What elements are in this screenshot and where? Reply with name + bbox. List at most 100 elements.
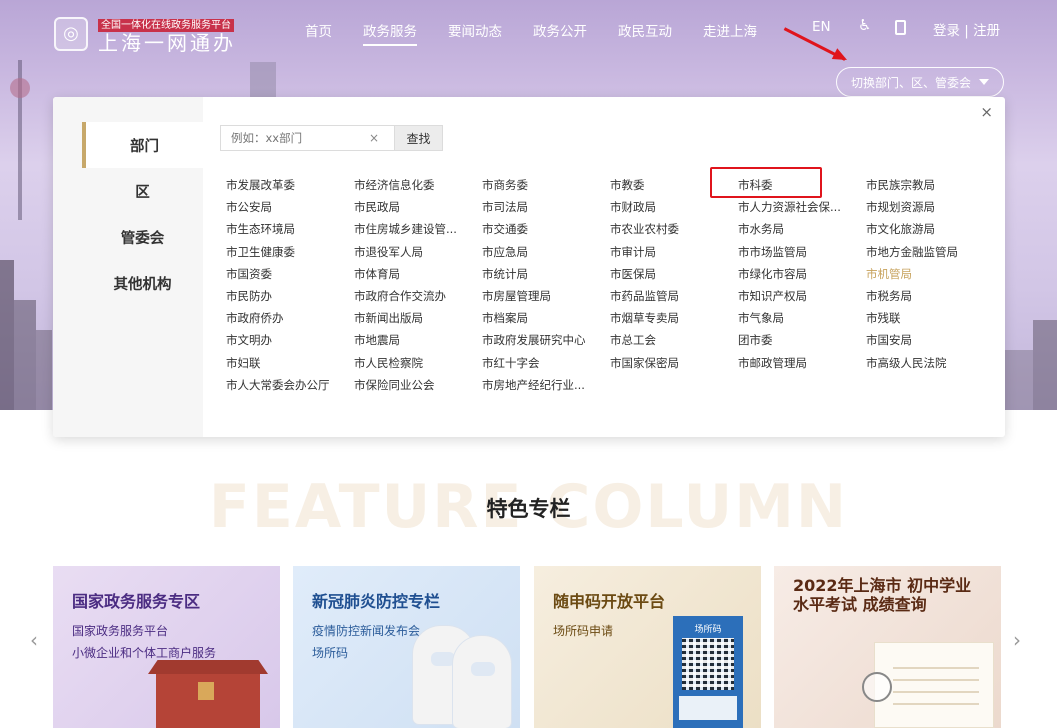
department-link[interactable]: 市妇联 bbox=[226, 352, 354, 374]
card-link[interactable]: 场所码 bbox=[312, 644, 348, 661]
language-switch[interactable]: EN bbox=[812, 19, 831, 35]
department-link[interactable]: 市经济信息化委 bbox=[354, 174, 482, 196]
switch-label: 切换部门、区、管委会 bbox=[850, 75, 971, 90]
tab-other-institutions[interactable]: 其他机构 bbox=[82, 260, 203, 306]
site-logo[interactable]: ◎ 全国一体化在线政务服务平台 上海一网通办 bbox=[54, 13, 236, 54]
accessibility-icon[interactable]: ♿ bbox=[858, 16, 871, 34]
department-search-input[interactable] bbox=[221, 131, 369, 145]
clear-icon[interactable]: × bbox=[369, 131, 379, 145]
magnifier-icon bbox=[862, 672, 892, 702]
search-button[interactable]: 查找 bbox=[395, 125, 443, 151]
department-link[interactable]: 市地震局 bbox=[354, 329, 482, 351]
login-register-link[interactable]: 登录 | 注册 bbox=[933, 19, 1000, 39]
certificate-illustration bbox=[874, 642, 994, 728]
department-link[interactable]: 市地方金融监管局 bbox=[866, 241, 994, 263]
department-link[interactable]: 市农业农村委 bbox=[610, 218, 738, 240]
department-link[interactable]: 市房地产经纪行业... bbox=[482, 374, 610, 396]
main-nav: 首页 政务服务 要闻动态 政务公开 政民互动 走进上海 bbox=[305, 20, 788, 46]
logo-text: 全国一体化在线政务服务平台 上海一网通办 bbox=[98, 13, 236, 54]
medical-worker-illustration bbox=[453, 636, 511, 728]
feature-card-national-services[interactable]: 国家政务服务专区 国家政务服务平台 小微企业和个体工商户服务 bbox=[53, 566, 280, 728]
department-link[interactable]: 市财政局 bbox=[610, 196, 738, 218]
department-link[interactable]: 市绿化市容局 bbox=[738, 263, 866, 285]
switch-department-button[interactable]: 切换部门、区、管委会 bbox=[836, 67, 1004, 97]
department-link[interactable]: 市公安局 bbox=[226, 196, 354, 218]
emblem-icon: ◎ bbox=[54, 16, 88, 51]
feature-card-exam-results[interactable]: 2022年上海市 初中学业水平考试 成绩查询 bbox=[774, 566, 1001, 728]
department-link[interactable]: 市气象局 bbox=[738, 307, 866, 329]
department-link[interactable]: 市国家保密局 bbox=[610, 352, 738, 374]
carousel-prev-icon[interactable]: ‹ bbox=[30, 628, 38, 652]
nav-interaction[interactable]: 政民互动 bbox=[618, 20, 672, 40]
card-link[interactable]: 国家政务服务平台 bbox=[72, 622, 168, 639]
department-link[interactable]: 市国资委 bbox=[226, 263, 354, 285]
department-link[interactable]: 市邮政管理局 bbox=[738, 352, 866, 374]
nav-government-services[interactable]: 政务服务 bbox=[363, 20, 417, 46]
department-link[interactable]: 市市场监管局 bbox=[738, 241, 866, 263]
department-link[interactable]: 市人民检察院 bbox=[354, 352, 482, 374]
department-link[interactable]: 市人力资源社会保... bbox=[738, 196, 866, 218]
nav-home[interactable]: 首页 bbox=[305, 20, 332, 40]
department-link[interactable]: 市民族宗教局 bbox=[866, 174, 994, 196]
card-title: 随申码开放平台 bbox=[553, 592, 666, 611]
department-link[interactable]: 市发展改革委 bbox=[226, 174, 354, 196]
department-link[interactable]: 市司法局 bbox=[482, 196, 610, 218]
skyline-right bbox=[1033, 320, 1057, 410]
nav-news[interactable]: 要闻动态 bbox=[448, 20, 502, 40]
close-icon[interactable]: × bbox=[980, 103, 993, 121]
department-link[interactable]: 市政府发展研究中心 bbox=[482, 329, 610, 351]
department-link[interactable]: 市生态环境局 bbox=[226, 218, 354, 240]
feature-card-suishen-code[interactable]: 随申码开放平台 场所码申请 场所码 bbox=[534, 566, 761, 728]
skyline-left bbox=[36, 330, 52, 410]
card-title: 新冠肺炎防控专栏 bbox=[312, 592, 441, 611]
building-silhouette bbox=[250, 62, 276, 98]
department-link[interactable]: 市税务局 bbox=[866, 285, 994, 307]
feature-card-covid[interactable]: 新冠肺炎防控专栏 疫情防控新闻发布会 场所码 bbox=[293, 566, 520, 728]
department-link[interactable]: 市总工会 bbox=[610, 329, 738, 351]
department-link[interactable]: 市统计局 bbox=[482, 263, 610, 285]
department-link[interactable]: 市退役军人局 bbox=[354, 241, 482, 263]
department-link[interactable]: 市文明办 bbox=[226, 329, 354, 351]
department-link[interactable]: 市民政局 bbox=[354, 196, 482, 218]
department-link[interactable]: 市红十字会 bbox=[482, 352, 610, 374]
department-link[interactable]: 市水务局 bbox=[738, 218, 866, 240]
department-link[interactable]: 市残联 bbox=[866, 307, 994, 329]
poster-title: 场所码 bbox=[694, 625, 722, 635]
nav-open-government[interactable]: 政务公开 bbox=[533, 20, 587, 40]
department-link[interactable]: 市商务委 bbox=[482, 174, 610, 196]
department-link[interactable]: 市烟草专卖局 bbox=[610, 307, 738, 329]
tab-departments[interactable]: 部门 bbox=[82, 122, 203, 168]
department-link[interactable]: 市应急局 bbox=[482, 241, 610, 263]
department-link[interactable]: 市医保局 bbox=[610, 263, 738, 285]
department-link[interactable]: 市知识产权局 bbox=[738, 285, 866, 307]
department-link[interactable]: 市新闻出版局 bbox=[354, 307, 482, 329]
department-link[interactable]: 市卫生健康委 bbox=[226, 241, 354, 263]
department-link[interactable]: 市药品监管局 bbox=[610, 285, 738, 307]
carousel-next-icon[interactable]: › bbox=[1013, 628, 1021, 652]
department-link[interactable]: 市机管局 bbox=[866, 263, 994, 285]
mobile-icon[interactable] bbox=[895, 20, 906, 35]
department-link[interactable]: 市保险同业公会 bbox=[354, 374, 482, 396]
department-link[interactable]: 市文化旅游局 bbox=[866, 218, 994, 240]
caret-down-icon bbox=[979, 79, 989, 85]
tv-tower-sphere bbox=[10, 78, 30, 98]
department-link[interactable]: 市体育局 bbox=[354, 263, 482, 285]
department-link[interactable]: 团市委 bbox=[738, 329, 866, 351]
department-link[interactable]: 市政府侨办 bbox=[226, 307, 354, 329]
card-link[interactable]: 场所码申请 bbox=[553, 622, 613, 639]
department-link[interactable]: 市民防办 bbox=[226, 285, 354, 307]
department-link[interactable]: 市高级人民法院 bbox=[866, 352, 994, 374]
nav-about-shanghai[interactable]: 走进上海 bbox=[703, 20, 757, 40]
department-link[interactable]: 市政府合作交流办 bbox=[354, 285, 482, 307]
department-link[interactable]: 市审计局 bbox=[610, 241, 738, 263]
department-link[interactable]: 市人大常委会办公厅 bbox=[226, 374, 354, 396]
tab-admin-committees[interactable]: 管委会 bbox=[82, 214, 203, 260]
department-link[interactable]: 市房屋管理局 bbox=[482, 285, 610, 307]
department-link[interactable]: 市国安局 bbox=[866, 329, 994, 351]
card-link[interactable]: 疫情防控新闻发布会 bbox=[312, 622, 420, 639]
department-link[interactable]: 市交通委 bbox=[482, 218, 610, 240]
department-link[interactable]: 市档案局 bbox=[482, 307, 610, 329]
department-link[interactable]: 市住房城乡建设管... bbox=[354, 218, 482, 240]
tab-districts[interactable]: 区 bbox=[82, 168, 203, 214]
department-link[interactable]: 市规划资源局 bbox=[866, 196, 994, 218]
